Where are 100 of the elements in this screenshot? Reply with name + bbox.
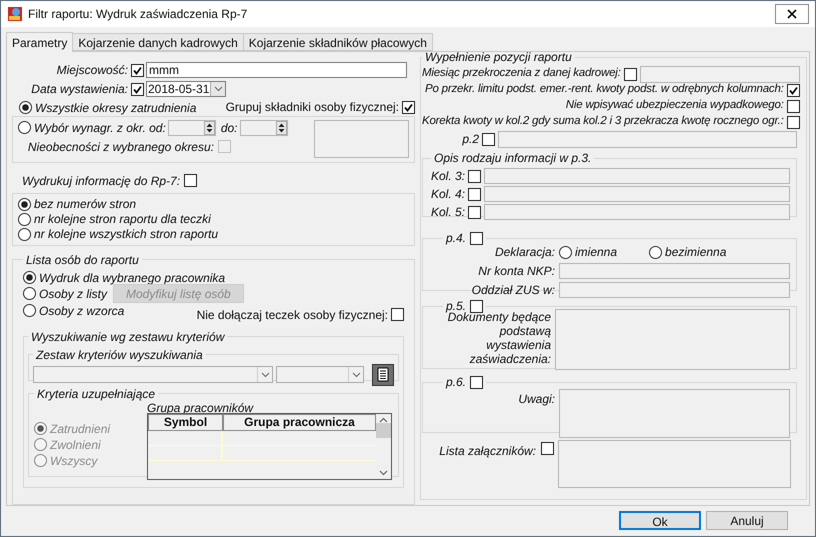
radio-button[interactable] [18, 121, 31, 134]
field-label: p.6. [446, 374, 466, 391]
chevron-icon [260, 372, 270, 378]
radio-label[interactable]: bezimienna [665, 243, 726, 261]
field-label: p.2 [461, 131, 479, 148]
radio-button[interactable] [18, 212, 31, 226]
close-icon [787, 9, 797, 19]
field-label: Deklaracja: [494, 244, 555, 261]
radio-button[interactable] [23, 287, 36, 300]
dialog-button[interactable]: Anuluj [706, 511, 788, 530]
field-label: p.5. [446, 298, 466, 313]
checkbox[interactable] [786, 100, 800, 112]
radio-label[interactable]: Wszystkie okresy zatrudnienia [35, 98, 196, 117]
checkbox[interactable] [470, 376, 484, 388]
group-title: Kryteria uzupełniające [37, 386, 156, 403]
field-label: Po przekr. limitu podst. emer.-rent. kwoty podst. w odrębnych kolumnach: [425, 82, 784, 98]
date-value: 2018-05-31 [147, 82, 210, 96]
field-label: Kol. 4: [431, 186, 465, 203]
field-label: Miesiąc przekroczenia z danej kadrowej: [422, 66, 621, 82]
app-logo-icon [7, 6, 23, 22]
radio-button[interactable] [18, 228, 31, 241]
date-field[interactable]: 2018-05-31 [146, 81, 226, 98]
field-label: Nr konta NKP: [477, 262, 555, 280]
tab[interactable]: Kojarzenie danych kadrowych [72, 33, 244, 51]
checkbox[interactable] [131, 82, 144, 96]
window-title: Filtr raportu: Wydruk zaświadczenia Rp-7 [28, 6, 248, 23]
text-field[interactable] [555, 309, 790, 370]
radio-button[interactable] [649, 246, 662, 258]
radio-button[interactable] [19, 101, 32, 114]
checkbox[interactable] [402, 100, 415, 114]
field-label: Uwagi: [518, 391, 555, 408]
scroll-thumb[interactable] [376, 422, 391, 438]
text-field[interactable]: mmm [146, 62, 407, 78]
text-field[interactable] [640, 66, 800, 82]
close-button[interactable] [775, 4, 809, 24]
text-field[interactable] [558, 440, 791, 488]
group-title: Wyszukiwanie wg zestawu kryteriów [31, 328, 224, 346]
column-header[interactable]: Grupa pracownicza [223, 414, 376, 430]
checkbox[interactable] [391, 308, 404, 322]
checkbox[interactable] [468, 206, 481, 218]
spin-arrows-icon [204, 120, 215, 135]
field-label: Kol. 5: [431, 204, 465, 221]
field-label: Dokumenty będące podstawą wystawienia zaświadczenia: [448, 310, 551, 368]
text-field[interactable] [484, 168, 790, 184]
chevron-icon [352, 372, 360, 378]
radio-label[interactable]: Osoby z wzorca [39, 302, 124, 320]
spin-field[interactable] [240, 120, 288, 136]
document-button[interactable] [372, 364, 394, 386]
field-label: p.4. [446, 230, 466, 247]
chevron-icon [214, 86, 223, 92]
radio-label[interactable]: Wybór wynagr. z okr. od: [34, 118, 166, 137]
field-label: Lista załączników: [439, 443, 536, 460]
document-icon [377, 367, 389, 382]
field-label: Nie wpisywać ubezpieczenia wypadkowego: [566, 98, 784, 114]
field-label: Grupuj składniki osoby fizycznej: [226, 99, 399, 116]
dialog-button[interactable]: Ok [619, 511, 701, 530]
group-title: Lista osób do raportu [26, 252, 139, 269]
checkbox[interactable] [470, 232, 484, 244]
text-field[interactable] [484, 186, 790, 202]
field-label: Miejscowość: [56, 62, 129, 80]
checkbox[interactable] [786, 84, 800, 96]
radio-button[interactable] [18, 198, 31, 211]
text-field[interactable] [314, 120, 409, 158]
scroll-down-icon [379, 470, 388, 476]
group-title: Wypełnienie pozycji raportu [425, 50, 572, 66]
text-field[interactable] [559, 389, 790, 438]
spin-arrows-icon [276, 120, 287, 135]
group-title: Opis rodzaju informacji w p.3. [434, 150, 592, 167]
text-field[interactable] [559, 282, 790, 298]
checkbox[interactable] [541, 442, 554, 455]
checkbox[interactable] [184, 174, 198, 188]
checkbox[interactable] [482, 132, 495, 146]
column-header[interactable]: Symbol [148, 414, 223, 430]
checkbox[interactable] [468, 170, 481, 182]
field-label: Nieobecności z wybranego okresu: [26, 138, 215, 156]
dropdown-button[interactable] [210, 82, 226, 96]
field-label: Kol. 3: [431, 168, 465, 185]
text-field[interactable] [498, 130, 797, 148]
scroll-up-icon [379, 416, 388, 423]
spin-field[interactable] [168, 120, 216, 136]
field-label: Oddział ZUS w: [470, 282, 555, 298]
field-label: do: [220, 120, 238, 137]
text-field[interactable] [484, 204, 790, 220]
radio-label[interactable]: Osoby z listy [39, 284, 108, 303]
text-field[interactable] [559, 262, 790, 278]
radio-button[interactable] [559, 246, 572, 258]
radio-button[interactable] [23, 271, 36, 284]
table-title: Grupa pracowników [147, 400, 254, 413]
checkbox[interactable] [131, 64, 144, 77]
checkbox[interactable] [624, 68, 637, 80]
checkbox[interactable] [468, 188, 481, 200]
tab[interactable]: Parametry [6, 32, 74, 52]
radio-label[interactable]: imienna [575, 243, 618, 261]
field-label: Data wystawienia: [30, 81, 129, 98]
checkbox[interactable] [786, 116, 800, 128]
tab[interactable]: Kojarzenie składników płacowych [242, 33, 433, 51]
radio-button[interactable] [23, 304, 36, 318]
field-label: Nie dołączaj teczek osoby fizycznej: [196, 306, 388, 324]
checkbox[interactable] [470, 300, 484, 312]
field-label: Wydrukuj informację do Rp-7: [22, 172, 180, 190]
